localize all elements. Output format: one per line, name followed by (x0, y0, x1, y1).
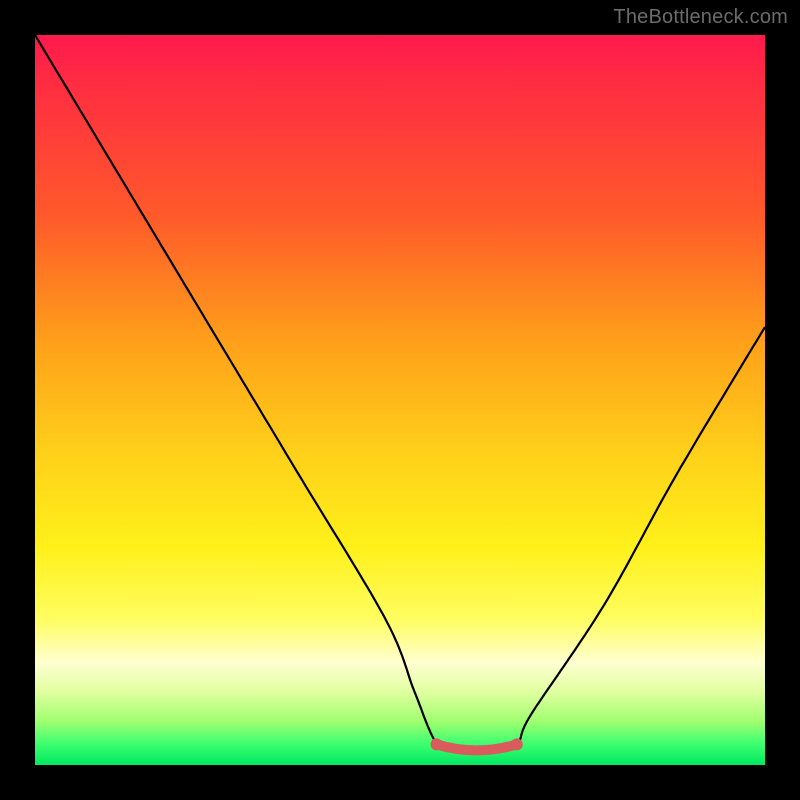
frame-border-left (0, 0, 35, 800)
frame-border-bottom (0, 765, 800, 800)
chart-curve-layer (35, 35, 765, 765)
frame-border-right (765, 0, 800, 800)
bottleneck-curve-line (35, 35, 765, 751)
valley-dot-right (511, 738, 523, 750)
chart-frame: TheBottleneck.com (0, 0, 800, 800)
valley-dot-left (431, 738, 443, 750)
watermark-text: TheBottleneck.com (613, 6, 788, 29)
valley-highlight (437, 744, 517, 750)
